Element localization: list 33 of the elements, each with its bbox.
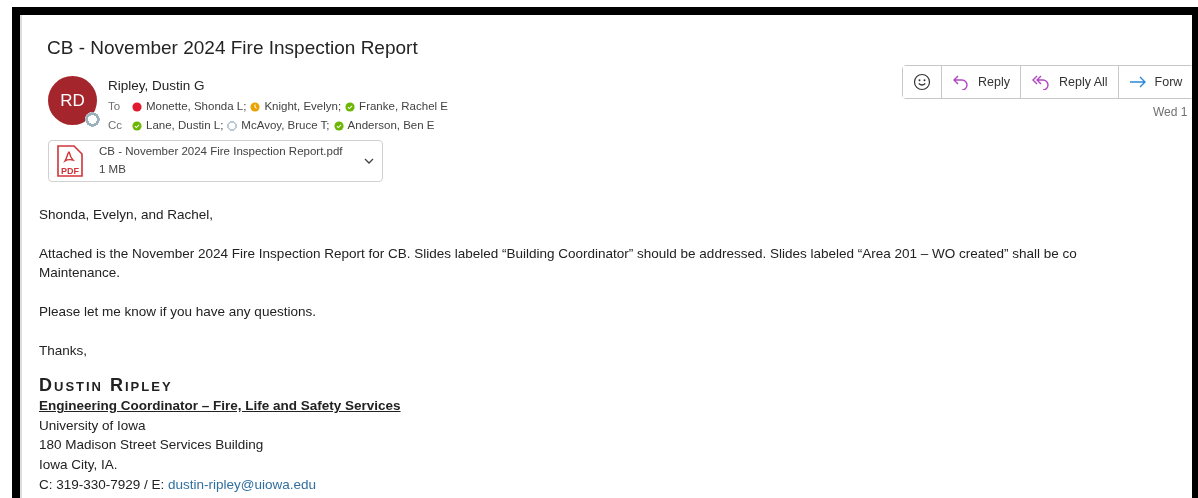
attachment-size: 1 MB <box>99 161 127 177</box>
sender-name: Ripley, Dustin G <box>108 76 206 95</box>
arrow-right-icon <box>1128 75 1147 89</box>
attachment-name: CB - November 2024 Fire Inspection Report.pdf <box>99 144 344 160</box>
signature-line: University of Iowa <box>39 416 147 435</box>
received-date: Wed 1 <box>1153 104 1188 121</box>
recipient-name[interactable]: Knight, Evelyn; <box>264 98 342 116</box>
recipient-name[interactable]: Lane, Dustin L; <box>146 117 224 135</box>
body-paragraph: Shonda, Evelyn, and Rachel, <box>39 205 215 224</box>
email-link[interactable]: dustin-ripley@uiowa.edu <box>168 476 317 492</box>
chevron-down-icon[interactable] <box>364 157 374 164</box>
recipient-label: To <box>108 99 122 115</box>
recipient-label: Cc <box>108 118 124 134</box>
signature-contact: C: 319-330-7929 / E: dustin-ripley@uiowa.edu <box>39 475 318 494</box>
signature-name: Dustin Ripley <box>39 374 174 397</box>
reaction-button[interactable] <box>903 66 942 98</box>
recipient-name[interactable]: McAvoy, Bruce T; <box>241 117 330 135</box>
body-paragraph: Attached is the November 2024 Fire Inspection Report for CB. Slides labeled “Building Coordinator” should be addressed. Slides labeled “Area 201 – WO created” shall be co Maintenance. <box>39 244 1078 283</box>
body-paragraph: Thanks, <box>39 342 89 361</box>
signature-title: Engineering Coordinator – Fire, Life and Safety Services <box>39 397 402 416</box>
attachment-card[interactable]: PDF CB - November 2024 Fire Inspection Report.pdf 1 MB <box>48 139 383 182</box>
signature-line: 180 Madison Street Services Building <box>39 436 265 455</box>
email-subject: CB - November 2024 Fire Inspection Report <box>47 37 419 60</box>
recipient-name[interactable]: Anderson, Ben E <box>347 117 435 135</box>
signature-line: Iowa City, IA. <box>39 456 119 475</box>
recipient-name[interactable]: Monette, Shonda L; <box>146 98 247 116</box>
avatar-initials: RD <box>60 89 85 112</box>
reply-all-arrow-icon <box>1030 74 1051 90</box>
body-paragraph: Please let me know if you have any questions. <box>39 303 317 322</box>
reply-arrow-icon <box>952 74 970 90</box>
smiley-icon <box>913 73 931 91</box>
recipient-name[interactable]: Franke, Rachel E <box>359 98 448 116</box>
pdf-file-icon: PDF <box>57 144 83 177</box>
